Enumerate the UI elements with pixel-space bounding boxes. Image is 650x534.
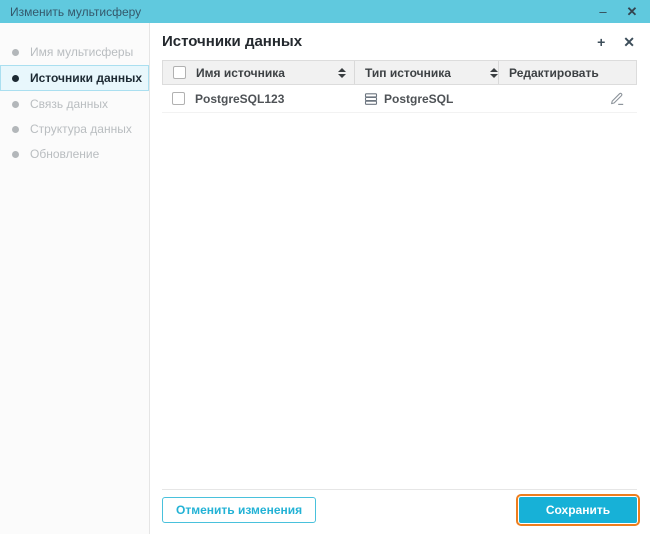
source-type-cell: PostgreSQL xyxy=(353,85,497,112)
table-header: Имя источника Тип источника Редактироват… xyxy=(162,60,637,85)
minimize-icon[interactable]: – xyxy=(597,5,609,18)
step-bullet-icon xyxy=(12,150,19,158)
window-controls: – ✕ xyxy=(597,5,638,18)
column-label: Имя источника xyxy=(196,65,285,80)
close-icon[interactable]: ✕ xyxy=(626,5,638,18)
panel-actions: + ✕ xyxy=(597,35,637,49)
select-all-cell xyxy=(163,61,196,84)
sidebar-item-label: Обновление xyxy=(30,147,100,161)
sidebar-item-label: Структура данных xyxy=(30,122,132,136)
sidebar-item-multisphere-name[interactable]: Имя мультисферы xyxy=(0,40,149,64)
step-bullet-icon xyxy=(12,48,19,56)
panel-header: Источники данных + ✕ xyxy=(162,23,637,60)
content-empty-area xyxy=(162,113,637,489)
steps-sidebar: Имя мультисферы Источники данных Связь д… xyxy=(0,23,150,534)
cancel-changes-button[interactable]: Отменить изменения xyxy=(162,497,317,523)
select-all-checkbox[interactable] xyxy=(173,66,186,79)
titlebar: Изменить мультисферу – ✕ xyxy=(0,0,650,23)
main-panel: Источники данных + ✕ Имя источника Тип и… xyxy=(150,23,650,534)
edit-cell xyxy=(497,85,637,112)
step-bullet-icon xyxy=(12,100,19,108)
edit-pencil-icon[interactable] xyxy=(609,91,625,106)
remove-source-icon[interactable]: ✕ xyxy=(623,35,635,49)
save-button[interactable]: Сохранить xyxy=(516,494,640,526)
step-bullet-icon xyxy=(12,125,19,133)
row-checkbox[interactable] xyxy=(172,92,185,105)
database-icon xyxy=(364,92,378,106)
column-header-source-type: Тип источника xyxy=(354,61,498,84)
column-header-edit: Редактировать xyxy=(498,61,636,84)
page-title: Источники данных xyxy=(162,33,303,50)
sidebar-item-label: Связь данных xyxy=(30,97,109,111)
source-name-cell: PostgreSQL123 xyxy=(195,85,353,112)
window-title: Изменить мультисферу xyxy=(10,4,142,19)
source-name: PostgreSQL123 xyxy=(195,91,285,106)
source-type: PostgreSQL xyxy=(384,91,454,106)
sidebar-item-label: Источники данных xyxy=(30,71,143,85)
sidebar-item-data-sources[interactable]: Источники данных xyxy=(0,65,149,91)
sort-icon[interactable] xyxy=(338,67,346,78)
sort-icon[interactable] xyxy=(490,67,498,78)
add-source-icon[interactable]: + xyxy=(597,35,605,49)
sidebar-item-data-link[interactable]: Связь данных xyxy=(0,92,149,116)
step-bullet-icon xyxy=(12,74,19,82)
sidebar-item-data-structure[interactable]: Структура данных xyxy=(0,117,149,141)
column-label: Тип источника xyxy=(365,65,451,80)
dialog-body: Имя мультисферы Источники данных Связь д… xyxy=(0,23,650,534)
dialog-footer: Отменить изменения Сохранить xyxy=(162,489,640,534)
edit-multisphere-dialog: Изменить мультисферу – ✕ Имя мультисферы… xyxy=(0,0,650,534)
sidebar-item-refresh[interactable]: Обновление xyxy=(0,142,149,166)
column-header-source-name: Имя источника xyxy=(196,61,354,84)
table-row: PostgreSQL123 PostgreSQL xyxy=(162,85,637,113)
row-select-cell xyxy=(162,85,195,112)
column-label: Редактировать xyxy=(509,65,599,80)
sidebar-item-label: Имя мультисферы xyxy=(30,45,134,59)
